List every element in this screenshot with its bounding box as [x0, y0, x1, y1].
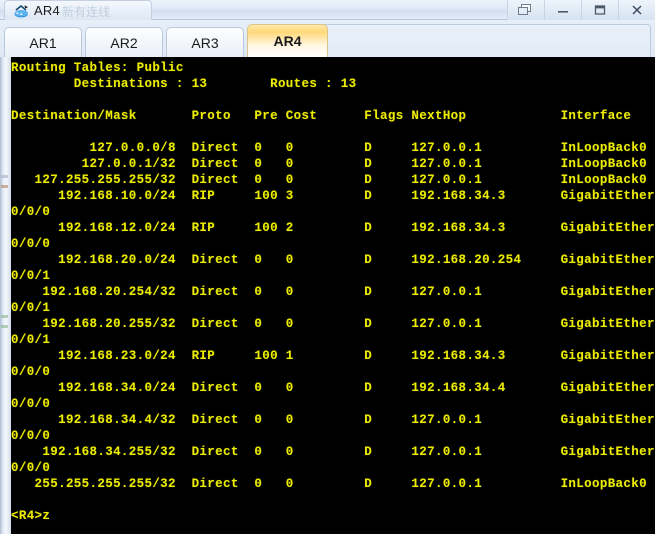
tab-ar2-label: AR2 — [110, 34, 138, 51]
terminal-text: Routing Tables: Public Destinations : 13… — [11, 61, 655, 523]
maximize-button[interactable] — [581, 0, 618, 20]
device-tabs: AR1 AR2 AR3 AR4 — [4, 24, 331, 57]
tab-ar3-label: AR3 — [191, 34, 219, 51]
restore-button[interactable] — [507, 0, 544, 20]
console-area: Routing Tables: Public Destinations : 13… — [0, 57, 655, 534]
window-title-ghost-text: 新有连线 — [62, 5, 111, 19]
console-left-scrollbar[interactable] — [0, 57, 11, 534]
close-button[interactable] — [618, 0, 655, 20]
device-tab-strip: AR1 AR2 AR3 AR4 — [0, 20, 655, 57]
router-cli-window: AR4 新有连线 AR1 AR2 AR3 AR4 Routing Tables:… — [0, 0, 655, 534]
tab-ar4-label: AR4 — [273, 33, 302, 49]
window-controls — [507, 0, 655, 20]
minimize-button[interactable] — [544, 0, 581, 20]
tab-ar4[interactable]: AR4 — [247, 24, 328, 57]
window-title-tab[interactable]: AR4 新有连线 — [4, 0, 152, 20]
router-icon — [13, 4, 30, 19]
tab-ar3[interactable]: AR3 — [166, 27, 244, 57]
window-title-text: AR4 — [34, 3, 60, 18]
terminal-output[interactable]: Routing Tables: Public Destinations : 13… — [11, 57, 655, 534]
tab-ar2[interactable]: AR2 — [85, 27, 163, 57]
tab-ar1[interactable]: AR1 — [4, 27, 82, 57]
window-title-bar: AR4 新有连线 — [0, 0, 655, 20]
tab-ar1-label: AR1 — [29, 34, 57, 51]
